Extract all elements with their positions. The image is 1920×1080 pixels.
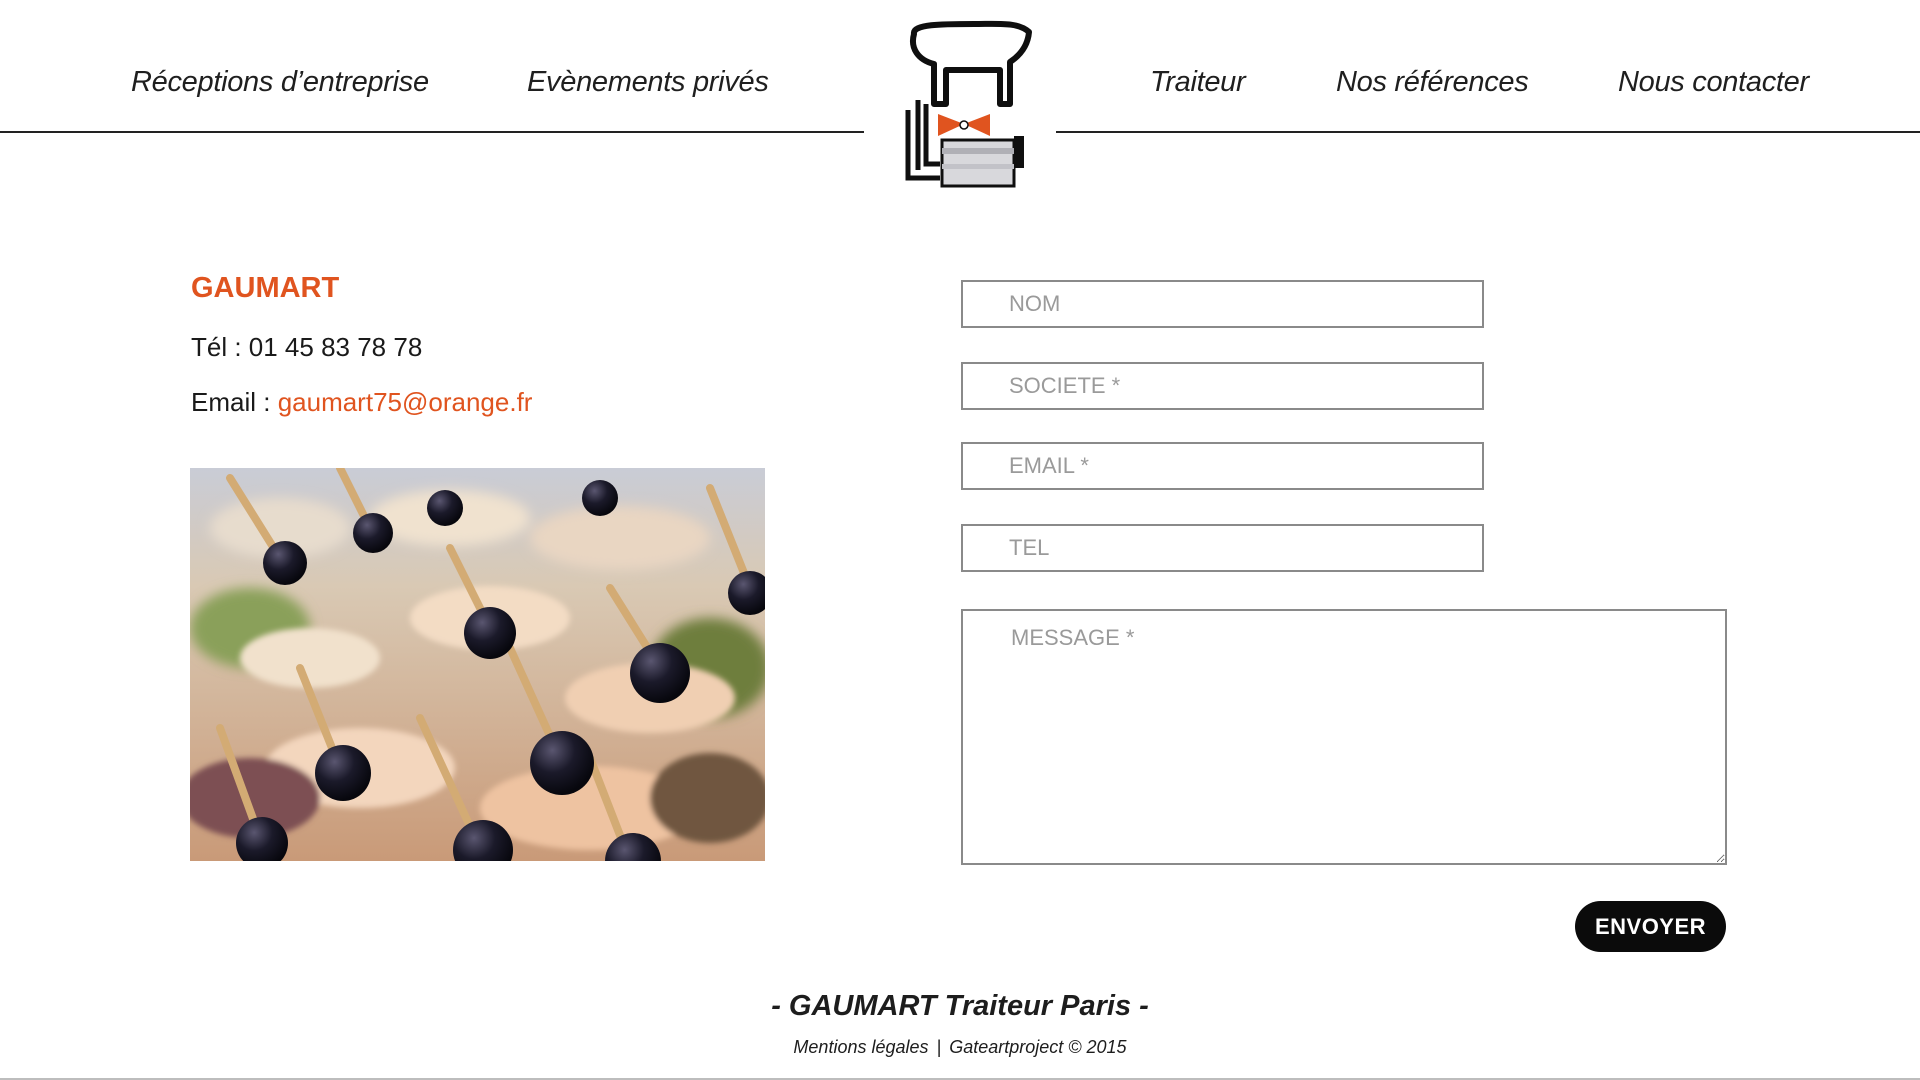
email-link[interactable]: gaumart75@orange.fr	[278, 387, 533, 417]
tel-input[interactable]	[961, 524, 1484, 572]
header-divider-right	[1056, 131, 1920, 133]
credit-link[interactable]: Gateartproject © 2015	[949, 1037, 1126, 1057]
nav-nos-references[interactable]: Nos références	[1336, 66, 1529, 99]
email-label: Email :	[191, 387, 278, 417]
footer-separator: |	[936, 1037, 942, 1057]
header-divider-left	[0, 131, 864, 133]
email-line: Email : gaumart75@orange.fr	[191, 387, 532, 418]
societe-input[interactable]	[961, 362, 1484, 410]
footer-links: Mentions légales | Gateartproject © 2015	[0, 1037, 1920, 1058]
nav-receptions-entreprise[interactable]: Réceptions d’entreprise	[131, 66, 429, 99]
company-name: GAUMART	[191, 272, 340, 304]
page: Réceptions d’entreprise Evènements privé…	[0, 0, 1920, 1080]
email-input[interactable]	[961, 442, 1484, 490]
header: Réceptions d’entreprise Evènements privé…	[0, 0, 1920, 200]
send-button[interactable]: ENVOYER	[1575, 901, 1726, 952]
message-textarea[interactable]	[961, 609, 1727, 865]
mentions-legales-link[interactable]: Mentions légales	[793, 1037, 928, 1057]
canape-photo	[190, 468, 765, 861]
nav-evenements-prives[interactable]: Evènements privés	[527, 66, 769, 99]
chef-hat-logo-icon[interactable]	[896, 20, 1036, 196]
nav-nous-contacter[interactable]: Nous contacter	[1618, 66, 1809, 99]
nav-traiteur[interactable]: Traiteur	[1150, 66, 1246, 99]
nom-input[interactable]	[961, 280, 1484, 328]
footer-title: - GAUMART Traiteur Paris -	[771, 990, 1149, 1022]
phone-line: Tél : 01 45 83 78 78	[191, 332, 423, 362]
